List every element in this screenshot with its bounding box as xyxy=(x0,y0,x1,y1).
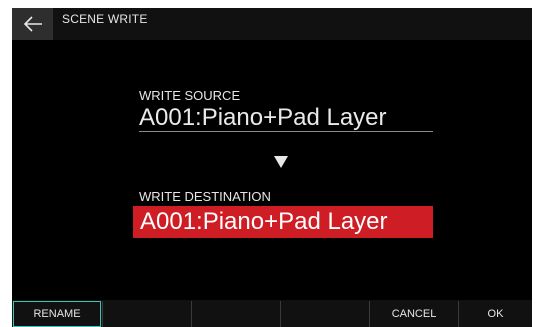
write-destination-field[interactable]: A001:Piano+Pad Layer xyxy=(133,206,433,238)
back-button[interactable] xyxy=(12,8,53,40)
function-button-3[interactable] xyxy=(191,301,280,327)
write-source-label: WRITE SOURCE xyxy=(139,88,241,103)
back-arrow-icon xyxy=(23,16,42,32)
write-destination-label: WRITE DESTINATION xyxy=(139,189,271,204)
down-arrow-icon xyxy=(274,156,288,168)
rename-button[interactable]: RENAME xyxy=(13,301,101,327)
scene-write-screen: SCENE WRITE WRITE SOURCE A001:Piano+Pad … xyxy=(12,8,532,327)
title-bar: SCENE WRITE xyxy=(12,8,532,40)
ok-button[interactable]: OK xyxy=(458,301,532,327)
function-button-bar: RENAME CANCEL OK xyxy=(12,300,532,327)
write-destination-value: A001:Piano+Pad Layer xyxy=(140,208,388,235)
page-title: SCENE WRITE xyxy=(62,12,148,26)
cancel-button[interactable]: CANCEL xyxy=(369,301,458,327)
write-source-value: A001:Piano+Pad Layer xyxy=(139,104,433,132)
function-button-4[interactable] xyxy=(280,301,369,327)
function-button-2[interactable] xyxy=(102,301,191,327)
